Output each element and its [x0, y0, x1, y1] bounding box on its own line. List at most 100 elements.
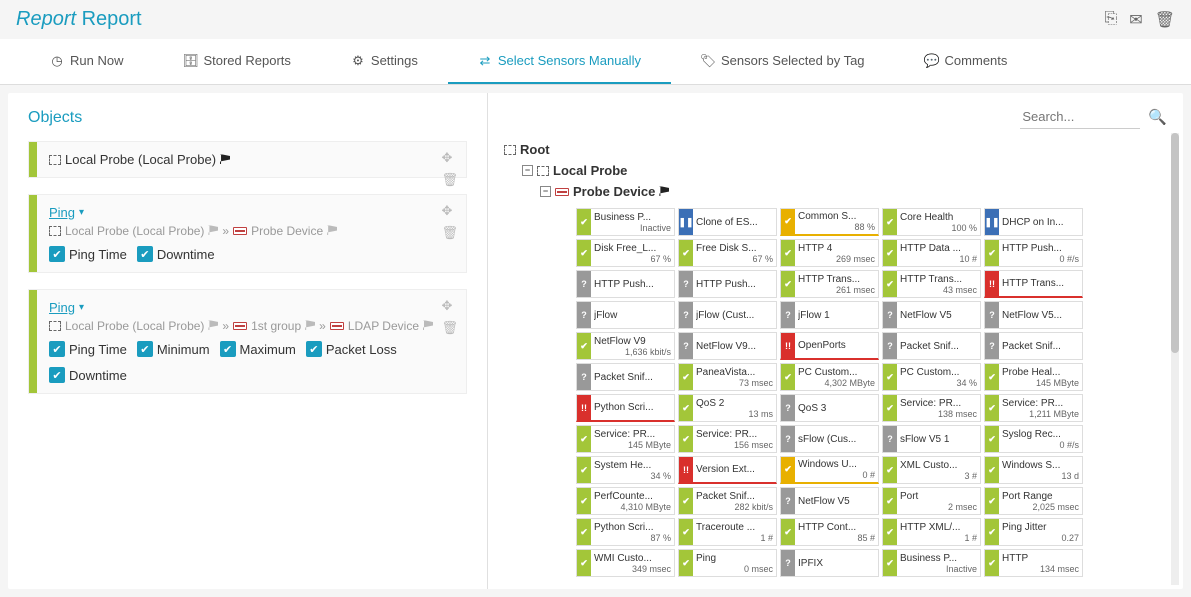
sensor-tile[interactable]: ?HTTP Push... — [576, 270, 675, 298]
sensor-tile[interactable]: ?NetFlow V5... — [984, 301, 1083, 329]
sensor-tile[interactable]: ?IPFIX — [780, 549, 879, 577]
tab-select-sensors-manually[interactable]: ⇄Select Sensors Manually — [448, 39, 671, 84]
tab-comments[interactable]: 💬Comments — [895, 39, 1038, 84]
move-icon[interactable]: ✥ — [441, 150, 458, 166]
sensor-tile[interactable]: ✔HTTP Cont...85 # — [780, 518, 879, 546]
sensor-text: PaneaVista...73 msec — [693, 364, 776, 390]
check-downtime[interactable]: ✔Downtime — [49, 367, 127, 383]
checkbox-icon: ✔ — [49, 367, 65, 383]
sensor-tile[interactable]: ✔Ping Jitter0.27 — [984, 518, 1083, 546]
sensor-tile[interactable]: ?sFlow V5 1 — [882, 425, 981, 453]
sensor-tile[interactable]: ?NetFlow V5 — [780, 487, 879, 515]
delete-icon[interactable]: 🗑 — [441, 225, 458, 241]
sensor-tile[interactable]: ✔HTTP Data ...10 # — [882, 239, 981, 267]
sensor-tile[interactable]: ✔PC Custom...34 % — [882, 363, 981, 391]
sensor-tile[interactable]: ✔Syslog Rec...0 #/s — [984, 425, 1083, 453]
tab-settings[interactable]: ⚙Settings — [321, 39, 448, 84]
sensor-tile[interactable]: ✔System He...34 % — [576, 456, 675, 484]
mail-icon[interactable]: ✉ — [1129, 10, 1142, 30]
sensor-tile[interactable]: ?jFlow 1 — [780, 301, 879, 329]
sensor-status-icon: ✔ — [883, 364, 897, 390]
sensor-tile[interactable]: ✔Ping0 msec — [678, 549, 777, 577]
sensor-value: Inactive — [594, 223, 671, 233]
sensor-tile[interactable]: ?Packet Snif... — [576, 363, 675, 391]
object-title-link[interactable]: Ping — [49, 205, 75, 220]
sensor-tile[interactable]: ✔Business P...Inactive — [576, 208, 675, 236]
sensor-tile[interactable]: ?sFlow (Cus... — [780, 425, 879, 453]
search-icon[interactable]: 🔍 — [1148, 108, 1167, 126]
check-ping-time[interactable]: ✔Ping Time — [49, 341, 127, 357]
move-icon[interactable]: ✥ — [441, 298, 458, 314]
sensor-tile[interactable]: ✔HTTP Push...0 #/s — [984, 239, 1083, 267]
tab-stored-reports[interactable]: 🗄Stored Reports — [153, 39, 320, 84]
scrollbar[interactable] — [1171, 133, 1179, 585]
check-ping-time[interactable]: ✔Ping Time — [49, 246, 127, 262]
check-minimum[interactable]: ✔Minimum — [137, 341, 210, 357]
sensor-tile[interactable]: ?Packet Snif... — [984, 332, 1083, 360]
sensor-tile[interactable]: ✔Service: PR...1,211 MByte — [984, 394, 1083, 422]
sensor-tile[interactable]: !!HTTP Trans... — [984, 270, 1083, 298]
sensor-tile[interactable]: ✔Packet Snif...282 kbit/s — [678, 487, 777, 515]
tree-root[interactable]: Root — [504, 139, 1167, 160]
sensor-tile[interactable]: ✔Service: PR...156 msec — [678, 425, 777, 453]
sensor-tile[interactable]: ✔Port2 msec — [882, 487, 981, 515]
sensor-tile[interactable]: ✔WMI Custo...349 msec — [576, 549, 675, 577]
sensor-tile[interactable]: !!Version Ext... — [678, 456, 777, 484]
sensor-tile[interactable]: !!OpenPorts — [780, 332, 879, 360]
sensor-tile[interactable]: ✔Business P...Inactive — [882, 549, 981, 577]
sensor-tile[interactable]: ✔HTTP Trans...43 msec — [882, 270, 981, 298]
tree-device[interactable]: − Probe Device — [540, 181, 1167, 202]
sensor-tile[interactable]: ✔HTTP134 msec — [984, 549, 1083, 577]
sensor-tile[interactable]: ?jFlow — [576, 301, 675, 329]
sensor-tile[interactable]: ✔Disk Free_L...67 % — [576, 239, 675, 267]
move-icon[interactable]: ✥ — [441, 203, 458, 219]
search-input[interactable] — [1020, 105, 1140, 129]
delete-icon[interactable]: 🗑 — [441, 172, 458, 188]
sensor-tile[interactable]: ✔HTTP Trans...261 msec — [780, 270, 879, 298]
sensor-tile[interactable]: ✔Free Disk S...67 % — [678, 239, 777, 267]
collapse-icon[interactable]: − — [540, 186, 551, 197]
sensor-tile[interactable]: ✔PaneaVista...73 msec — [678, 363, 777, 391]
sensor-tile[interactable]: ✔Port Range2,025 msec — [984, 487, 1083, 515]
sensor-status-icon: ? — [781, 302, 795, 328]
sensor-tile[interactable]: ❚❚DHCP on In... — [984, 208, 1083, 236]
sensor-tile[interactable]: ✔PC Custom...4,302 MByte — [780, 363, 879, 391]
sensor-tile[interactable]: ✔Probe Heal...145 MByte — [984, 363, 1083, 391]
sensor-tile[interactable]: ✔Windows U...0 # — [780, 456, 879, 484]
sensor-text: HTTP Push...0 #/s — [999, 240, 1082, 266]
sensor-name: HTTP Data ... — [900, 243, 977, 254]
delete-icon[interactable]: 🗑 — [1155, 10, 1175, 30]
sensor-tile[interactable]: ✔PerfCounte...4,310 MByte — [576, 487, 675, 515]
sensor-tile[interactable]: ?NetFlow V5 — [882, 301, 981, 329]
sensor-tile[interactable]: ✔Service: PR...145 MByte — [576, 425, 675, 453]
sensor-tile[interactable]: ?NetFlow V9... — [678, 332, 777, 360]
tab-run-now[interactable]: ◷Run Now — [20, 39, 153, 84]
sensor-tile[interactable]: ✔Windows S...13 d — [984, 456, 1083, 484]
sensor-tile[interactable]: ✔Core Health100 % — [882, 208, 981, 236]
scrollbar-thumb[interactable] — [1171, 133, 1179, 353]
tree-probe[interactable]: − Local Probe — [522, 160, 1167, 181]
sensor-tile[interactable]: ✔Service: PR...138 msec — [882, 394, 981, 422]
sensor-tile[interactable]: ✔Common S...88 % — [780, 208, 879, 236]
tab-sensors-selected-by-tag[interactable]: 🏷Sensors Selected by Tag — [671, 39, 895, 84]
sensor-tile[interactable]: ✔HTTP 4269 msec — [780, 239, 879, 267]
sensor-tile[interactable]: ✔Python Scri...87 % — [576, 518, 675, 546]
sensor-tile[interactable]: !!Python Scri... — [576, 394, 675, 422]
sensor-tile[interactable]: ✔Traceroute ...1 # — [678, 518, 777, 546]
sensor-tile[interactable]: ✔XML Custo...3 # — [882, 456, 981, 484]
delete-icon[interactable]: 🗑 — [441, 320, 458, 336]
sensor-tile[interactable]: ✔QoS 213 ms — [678, 394, 777, 422]
check-maximum[interactable]: ✔Maximum — [220, 341, 296, 357]
sensor-tile[interactable]: ?QoS 3 — [780, 394, 879, 422]
sensor-tile[interactable]: ?jFlow (Cust... — [678, 301, 777, 329]
check-packet-loss[interactable]: ✔Packet Loss — [306, 341, 397, 357]
sensor-tile[interactable]: ❚❚Clone of ES... — [678, 208, 777, 236]
check-downtime[interactable]: ✔Downtime — [137, 246, 215, 262]
sensor-tile[interactable]: ✔HTTP XML/...1 # — [882, 518, 981, 546]
export-icon[interactable]: ⎘ — [1104, 10, 1117, 30]
object-title-link[interactable]: Ping — [49, 300, 75, 315]
collapse-icon[interactable]: − — [522, 165, 533, 176]
sensor-tile[interactable]: ?HTTP Push... — [678, 270, 777, 298]
sensor-tile[interactable]: ✔NetFlow V91,636 kbit/s — [576, 332, 675, 360]
sensor-tile[interactable]: ?Packet Snif... — [882, 332, 981, 360]
